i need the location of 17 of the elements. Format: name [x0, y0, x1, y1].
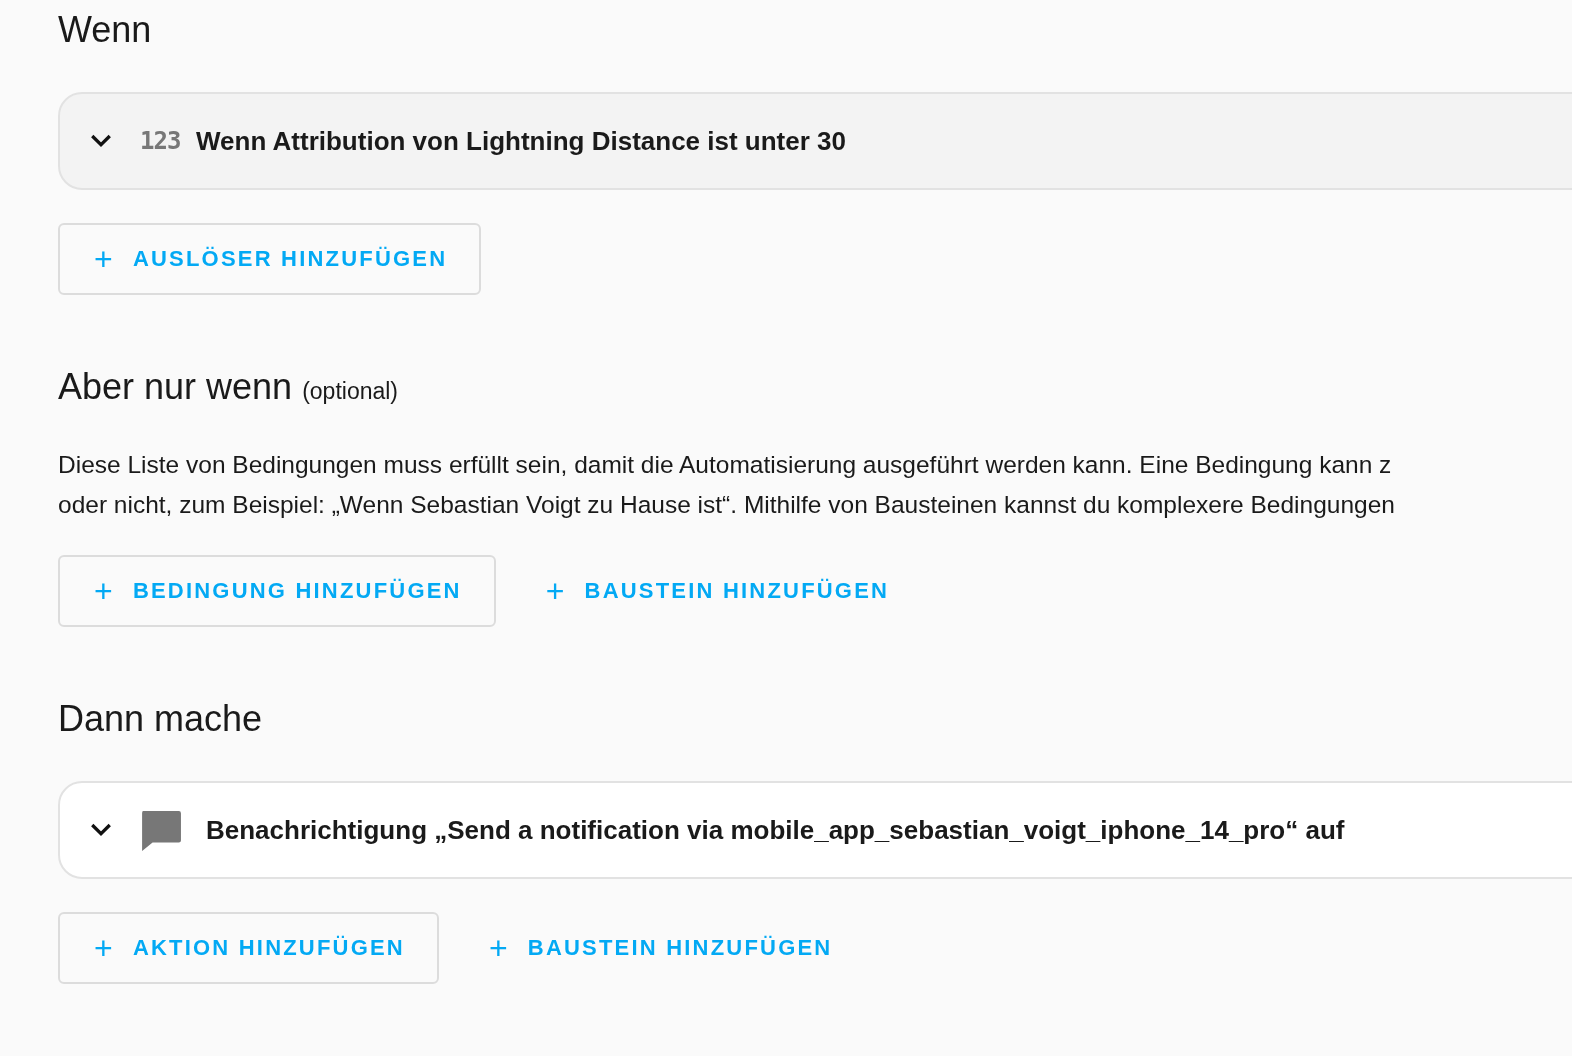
section-heading: Aber nur wenn	[58, 365, 293, 409]
automation-card[interactable]: 123 Wenn Attribution von Lightning Distance ist unter 30	[58, 92, 1572, 190]
section-heading: Dann mache	[58, 697, 263, 741]
add-button[interactable]: + BAUSTEIN HINZUFÜGEN	[509, 555, 924, 627]
add-button[interactable]: + BEDINGUNG HINZUFÜGEN	[58, 555, 496, 627]
section-heading: Wenn	[58, 8, 152, 52]
automation-card[interactable]: Benachrichtigung „Send a notification via mobile_app_sebastian_voigt_iphone_14_pro“ auf	[58, 781, 1572, 879]
speech-bubble-icon	[140, 809, 182, 851]
add-button[interactable]: + AKTION HINZUFÜGEN	[58, 912, 439, 984]
card-title: Benachrichtigung „Send a notification via mobile_app_sebastian_voigt_iphone_14_pro“ auf	[206, 814, 1345, 846]
add-button[interactable]: + AUSLÖSER HINZUFÜGEN	[58, 223, 482, 295]
add-button[interactable]: + BAUSTEIN HINZUFÜGEN	[452, 912, 867, 984]
numeric-icon: 123	[140, 127, 186, 155]
description-text: oder nicht, zum Beispiel: „Wenn Sebastian Voigt zu Hause ist“. Mithilfe von Bausteinen kannst du komplexere Bedingungen	[58, 490, 1396, 520]
optional-note: (optional)	[302, 378, 399, 405]
card-title: Wenn Attribution von Lightning Distance ist unter 30	[196, 125, 846, 157]
description-text: Diese Liste von Bedingungen muss erfüllt sein, damit die Automatisierung ausgeführt werden kann. Eine Bedingung kann z	[58, 450, 1393, 480]
